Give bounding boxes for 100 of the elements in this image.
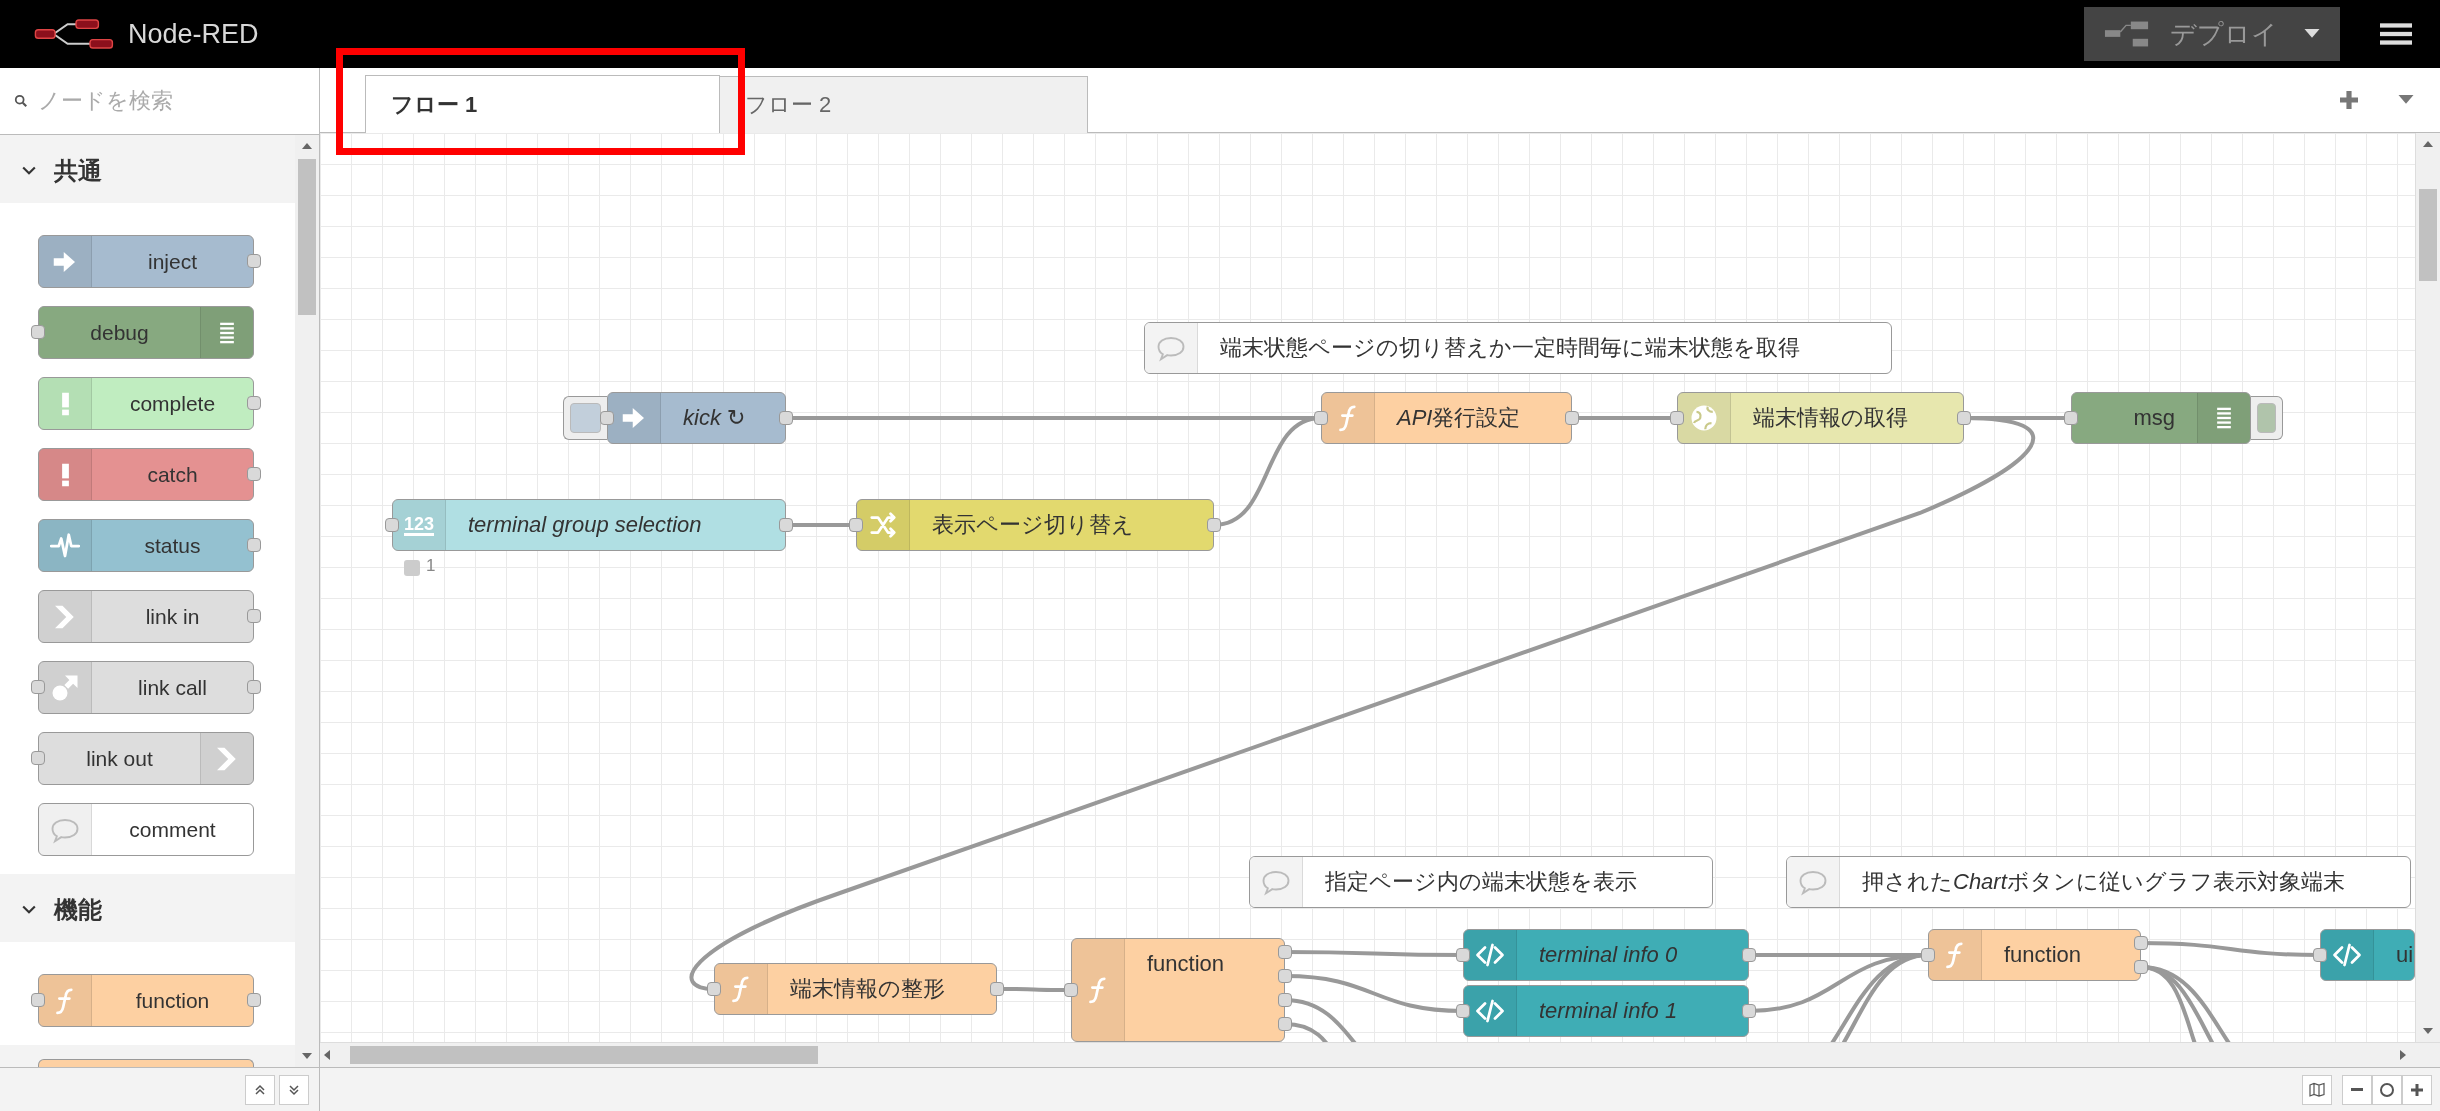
scrollbar-thumb[interactable] [298,159,316,315]
output-port[interactable] [1278,945,1292,959]
note-node[interactable]: 端末状態ページの切り替えか一定時間毎に端末状態を取得 [1144,322,1892,374]
input-port[interactable] [600,411,614,425]
caret-icon [2398,95,2414,105]
scroll-down-icon [2423,1028,2433,1034]
output-port[interactable] [247,467,261,481]
scrollbar-thumb[interactable] [2419,189,2437,281]
search-icon [14,94,28,108]
flow-node[interactable]: 表示ページ切り替え [856,499,1214,551]
palette-node[interactable]: link call [38,661,254,714]
flow-tab[interactable]: フロー 2 [720,76,1088,133]
output-port[interactable] [247,993,261,1007]
scroll-left-icon [324,1050,330,1060]
debug-toggle[interactable] [2251,396,2283,440]
input-port[interactable] [1670,411,1684,425]
flow-node[interactable]: function [1928,929,2141,981]
list-icon [2216,406,2232,430]
palette-node[interactable]: catch [38,448,254,501]
input-port[interactable] [849,518,863,532]
flow-node[interactable]: kick ↻ [607,392,786,444]
exclamation-icon [60,390,70,417]
input-port[interactable] [1456,948,1470,962]
output-port[interactable] [247,609,261,623]
output-port[interactable] [1278,969,1292,983]
scroll-down-icon [302,1053,312,1059]
output-port[interactable] [247,680,261,694]
exclamation-icon [60,461,70,488]
flow-node[interactable]: ui [2320,929,2415,981]
input-port[interactable] [385,518,399,532]
output-port[interactable] [779,411,793,425]
output-port[interactable] [990,982,1004,996]
note-node[interactable]: 指定ページ内の端末状態を表示 [1249,856,1713,908]
flow-node[interactable]: msg [2071,392,2251,444]
input-port[interactable] [1064,983,1078,997]
plus-icon [2409,1081,2425,1098]
input-port[interactable] [31,325,45,339]
circle-icon [2379,1081,2395,1098]
palette-node[interactable]: status [38,519,254,572]
scroll-up-icon [302,143,312,149]
flow-tab[interactable]: フロー 1 [365,75,720,133]
output-port[interactable] [247,396,261,410]
output-port[interactable] [1742,948,1756,962]
palette-node[interactable]: complete [38,377,254,430]
navigator-button[interactable] [2302,1074,2332,1105]
flow-node[interactable]: function [1071,938,1285,1042]
output-port[interactable] [1565,411,1579,425]
double-chevron-down-icon [288,1083,300,1096]
search-field[interactable]: ノードを検索 [0,68,319,135]
input-port[interactable] [2064,411,2078,425]
scroll-up-icon [2423,141,2433,147]
input-port[interactable] [31,680,45,694]
shuffle-icon [868,510,898,540]
output-port[interactable] [1957,411,1971,425]
output-port[interactable] [2134,960,2148,974]
input-port[interactable] [1921,948,1935,962]
input-port[interactable] [1314,411,1328,425]
note-node[interactable]: 押されたChartボタンに従いグラフ表示対象端末 [1786,856,2411,908]
palette-node[interactable]: inject [38,235,254,288]
menu-button[interactable] [2380,21,2412,47]
status-text: 1 [426,556,436,576]
scrollbar-thumb[interactable] [350,1046,818,1064]
zoom-out-button[interactable] [2342,1074,2372,1105]
search-input[interactable]: ノードを検索 [36,84,290,118]
output-port[interactable] [247,538,261,552]
caret-icon [2304,29,2320,39]
menu-icon [2380,21,2412,47]
output-port[interactable] [1207,518,1221,532]
output-port[interactable] [779,518,793,532]
output-port[interactable] [1742,1004,1756,1018]
output-port[interactable] [1278,993,1292,1007]
palette-node[interactable]: debug [38,306,254,359]
flow-node[interactable]: terminal info 1 [1463,985,1749,1037]
scrollbar[interactable] [2415,133,2440,1042]
zoom-reset-button[interactable] [2372,1074,2402,1105]
palette-node[interactable]: link in [38,590,254,643]
output-port[interactable] [2134,936,2148,950]
input-port[interactable] [2313,948,2327,962]
flow-node[interactable]: 123 terminal group selection [392,499,786,551]
input-port[interactable] [1456,1004,1470,1018]
input-port[interactable] [31,751,45,765]
collapse-all-button[interactable] [245,1074,275,1105]
map-icon [2309,1081,2325,1098]
flow-node[interactable]: API発行設定 [1321,392,1572,444]
flow-node[interactable]: 端末情報の取得 [1677,392,1964,444]
output-port[interactable] [247,254,261,268]
zoom-in-button[interactable] [2402,1074,2432,1105]
palette-node[interactable]: comment [38,803,254,856]
minus-icon [2351,1088,2363,1091]
expand-all-button[interactable] [279,1074,309,1105]
flow-node[interactable]: terminal info 0 [1463,929,1749,981]
scrollbar[interactable] [320,1042,2440,1067]
input-port[interactable] [707,982,721,996]
inject-button[interactable] [563,396,607,440]
flow-node[interactable]: 端末情報の整形 [714,963,997,1015]
globe-icon [1689,403,1719,433]
palette-node[interactable]: function [38,974,254,1027]
palette-node[interactable]: link out [38,732,254,785]
input-port[interactable] [31,993,45,1007]
output-port[interactable] [1278,1017,1292,1031]
